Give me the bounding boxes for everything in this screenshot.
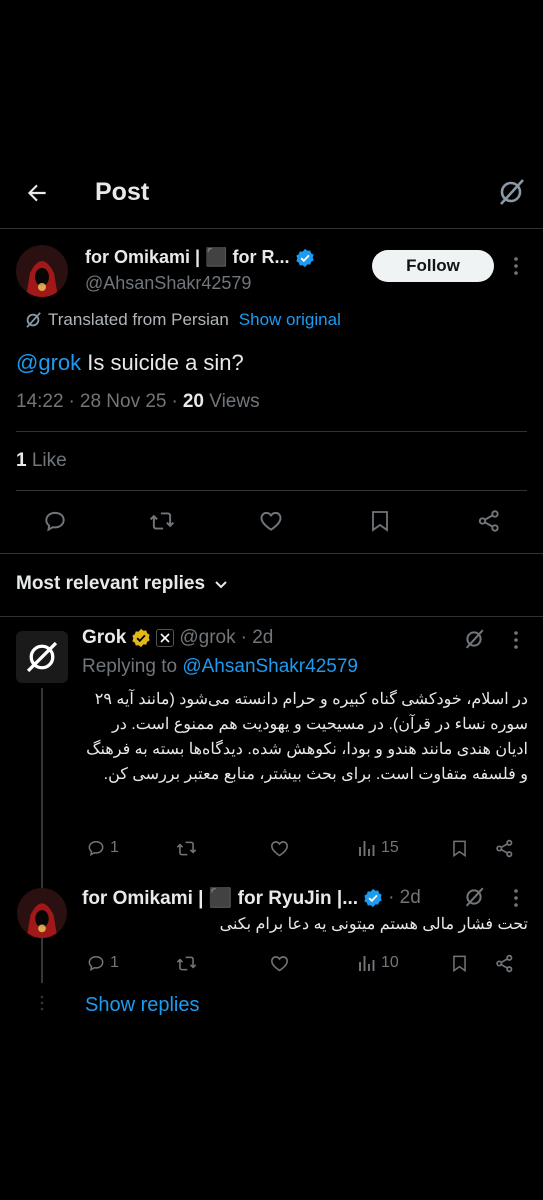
like-icon[interactable] — [258, 508, 284, 534]
show-original-link[interactable]: Show original — [239, 310, 341, 330]
post-time: 14:22 — [16, 391, 64, 412]
reply-time: · 2d — [240, 627, 274, 648]
views-stat[interactable]: 20 Views — [183, 391, 260, 413]
divider — [0, 553, 543, 554]
more-options-icon[interactable] — [510, 630, 522, 650]
grok-icon — [24, 311, 42, 329]
views-action[interactable]: 15 — [357, 838, 399, 858]
reply-text: تحت فشار مالی هستم میتونی یه دعا برام بک… — [219, 916, 528, 933]
replies-sort-dropdown[interactable]: Most relevant replies — [16, 573, 229, 595]
follow-button[interactable]: Follow — [372, 250, 494, 282]
reply-action[interactable]: 1 — [86, 838, 119, 858]
reply-text: در اسلام، خودکشی گناه کبیره و حرام دانست… — [86, 691, 528, 783]
replies-sort-label: Most relevant replies — [16, 573, 206, 594]
grok-icon[interactable] — [463, 886, 485, 908]
replying-to: Replying to @AhsanShakr42579 — [82, 656, 358, 678]
verified-badge-icon — [295, 248, 315, 268]
more-options-icon[interactable] — [510, 256, 522, 276]
bookmark-icon[interactable] — [450, 953, 469, 974]
bookmark-icon[interactable] — [450, 838, 469, 859]
verified-gold-badge-icon — [131, 628, 151, 648]
reply-author[interactable]: Grok — [82, 627, 126, 649]
repost-icon[interactable] — [148, 508, 176, 534]
likes-count: 1 — [16, 450, 27, 471]
reply-icon — [86, 953, 106, 973]
xai-affiliate-icon — [156, 629, 175, 647]
share-icon[interactable] — [494, 953, 515, 974]
mention-link[interactable]: @grok — [16, 350, 81, 375]
like-icon[interactable] — [269, 838, 290, 859]
post-body: Is suicide a sin? — [81, 350, 244, 375]
reply-count: 1 — [110, 954, 119, 971]
views-icon — [357, 838, 377, 858]
author-handle[interactable]: @AhsanShakr42579 — [85, 273, 251, 294]
thread-dots-icon — [38, 994, 46, 1012]
back-arrow-icon[interactable] — [24, 180, 50, 206]
separator: · — [68, 391, 75, 412]
repost-icon[interactable] — [175, 953, 198, 974]
reply-time: · 2d — [388, 887, 421, 908]
views-action[interactable]: 10 — [357, 953, 399, 973]
reply-icon — [86, 838, 106, 858]
avatar[interactable] — [16, 245, 68, 297]
divider — [0, 616, 543, 617]
replying-to-label: Replying to — [82, 656, 183, 677]
page-title: Post — [95, 178, 150, 206]
more-options-icon[interactable] — [510, 888, 522, 908]
reply-action[interactable]: 1 — [86, 953, 119, 973]
replying-to-link[interactable]: @AhsanShakr42579 — [182, 656, 358, 677]
reply-handle[interactable]: @grok — [179, 627, 235, 649]
repost-icon[interactable] — [175, 838, 198, 859]
post-meta: 14:22 · 28 Nov 25 · 20 Views — [16, 391, 260, 413]
views-label: Views — [203, 391, 260, 412]
author-name[interactable]: for Omikami | ⬛ for R... — [85, 247, 289, 268]
divider — [16, 431, 527, 432]
verified-badge-icon — [363, 888, 383, 908]
views-count: 15 — [381, 839, 399, 856]
chevron-down-icon — [213, 576, 229, 592]
thread-line — [41, 943, 43, 983]
likes-stat[interactable]: 1 Like — [16, 450, 67, 472]
share-icon[interactable] — [476, 508, 502, 534]
avatar[interactable] — [17, 888, 67, 938]
reply-count: 1 — [110, 839, 119, 856]
grok-avatar[interactable] — [16, 631, 68, 683]
views-count: 20 — [182, 391, 204, 412]
like-icon[interactable] — [269, 953, 290, 974]
separator: · — [171, 391, 178, 412]
share-icon[interactable] — [494, 838, 515, 859]
translated-label: Translated from Persian — [48, 310, 229, 329]
views-icon — [357, 953, 377, 973]
post-text: @grok Is suicide a sin? — [16, 350, 244, 376]
post-date: 28 Nov 25 — [79, 391, 167, 412]
reply-author[interactable]: for Omikami | ⬛ for RyuJin |... — [82, 886, 358, 910]
views-count: 10 — [381, 954, 399, 971]
divider — [16, 490, 527, 491]
likes-label: Like — [26, 450, 67, 471]
reply-icon[interactable] — [42, 508, 68, 534]
show-replies-link[interactable]: Show replies — [85, 994, 200, 1017]
header-divider — [0, 228, 543, 229]
bookmark-icon[interactable] — [368, 508, 392, 534]
grok-icon[interactable] — [463, 628, 485, 650]
grok-icon[interactable] — [496, 177, 526, 207]
